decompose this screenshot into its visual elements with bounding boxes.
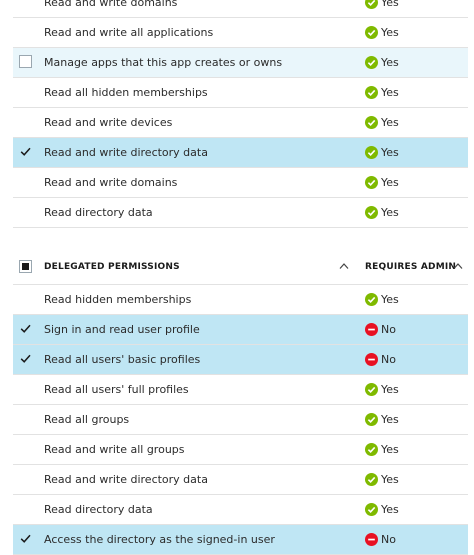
permission-checkbox[interactable] <box>19 55 32 68</box>
permission-label: Read and write domains <box>44 176 178 189</box>
red-minus-circle-icon <box>365 533 378 546</box>
permission-row[interactable]: Read hidden memberships Yes <box>13 285 468 315</box>
requires-admin-value: No <box>381 353 396 366</box>
permission-label: Read all hidden memberships <box>44 86 208 99</box>
permission-row[interactable]: Read and write directory data Yes <box>13 138 468 168</box>
permission-checkbox[interactable] <box>19 115 32 128</box>
permission-label: Read and write all applications <box>44 26 214 39</box>
green-check-circle-icon <box>365 116 378 129</box>
requires-admin-value: Yes <box>381 26 399 39</box>
permission-row[interactable]: Read all hidden memberships Yes <box>13 78 468 108</box>
select-all-checkbox[interactable] <box>19 260 32 273</box>
permission-row[interactable]: Read and write directory data Yes <box>13 465 468 495</box>
green-check-circle-icon <box>365 413 378 426</box>
permission-checkbox[interactable] <box>19 472 32 485</box>
permission-label: Read all users' full profiles <box>44 383 189 396</box>
permission-row[interactable]: Read all users' full profiles Yes <box>13 375 468 405</box>
permission-row[interactable]: Sign in and read user profile No <box>13 315 468 345</box>
green-check-circle-icon <box>365 206 378 219</box>
requires-admin-value: Yes <box>381 176 399 189</box>
permission-checkbox[interactable] <box>19 175 32 188</box>
requires-admin-value: Yes <box>381 86 399 99</box>
permission-label: Read directory data <box>44 206 153 219</box>
red-minus-circle-icon <box>365 353 378 366</box>
green-check-circle-icon <box>365 293 378 306</box>
requires-admin-value: Yes <box>381 443 399 456</box>
requires-admin-value: Yes <box>381 206 399 219</box>
application-permissions-list: Read and write domains Yes Read and write… <box>13 0 468 228</box>
permission-label: Read all users' basic profiles <box>44 353 201 366</box>
requires-admin-value: No <box>381 323 396 336</box>
permission-label: Read and write domains <box>44 0 178 9</box>
permission-checkbox[interactable] <box>19 412 32 425</box>
permission-checkbox[interactable] <box>19 292 32 305</box>
green-check-circle-icon <box>365 56 378 69</box>
permission-row[interactable]: Access the directory as the signed-in us… <box>13 525 468 555</box>
permission-checkbox[interactable] <box>19 382 32 395</box>
permission-row[interactable]: Read all groups Yes <box>13 405 468 435</box>
permission-row[interactable]: Read and write domains Yes <box>13 0 468 18</box>
permissions-panel: Read and write domains Yes Read and write… <box>13 0 468 555</box>
requires-admin-value: Yes <box>381 293 399 306</box>
requires-admin-value: Yes <box>381 56 399 69</box>
green-check-circle-icon <box>365 176 378 189</box>
permission-checkbox[interactable] <box>19 0 32 8</box>
chevron-up-icon[interactable] <box>339 262 349 270</box>
green-check-circle-icon <box>365 383 378 396</box>
green-check-circle-icon <box>365 146 378 159</box>
delegated-permissions-header: DELEGATED PERMISSIONS REQUIRES ADMIN <box>13 248 468 285</box>
permission-row[interactable]: Read directory data Yes <box>13 198 468 228</box>
permission-checkbox[interactable] <box>19 502 32 515</box>
requires-admin-column-header[interactable]: REQUIRES ADMIN <box>365 248 456 286</box>
permission-row[interactable]: Read and write devices Yes <box>13 108 468 138</box>
permission-label: Read all groups <box>44 413 130 426</box>
permission-label: Read and write directory data <box>44 473 208 486</box>
green-check-circle-icon <box>365 443 378 456</box>
permission-row[interactable]: Manage apps that this app creates or own… <box>13 48 468 78</box>
requires-admin-value: Yes <box>381 116 399 129</box>
permission-row[interactable]: Read all users' basic profiles No <box>13 345 468 375</box>
permission-row[interactable]: Read directory data Yes <box>13 495 468 525</box>
requires-admin-value: Yes <box>381 503 399 516</box>
checkmark-icon[interactable] <box>19 352 32 365</box>
permission-label: Sign in and read user profile <box>44 323 200 336</box>
delegated-permissions-column-header[interactable]: DELEGATED PERMISSIONS <box>44 248 180 286</box>
permission-checkbox[interactable] <box>19 25 32 38</box>
permission-row[interactable]: Read and write domains Yes <box>13 168 468 198</box>
chevron-up-icon[interactable] <box>453 262 463 270</box>
green-check-circle-icon <box>365 86 378 99</box>
permission-checkbox[interactable] <box>19 85 32 98</box>
requires-admin-value: Yes <box>381 0 399 9</box>
requires-admin-value: Yes <box>381 383 399 396</box>
requires-admin-value: Yes <box>381 473 399 486</box>
delegated-permissions-list: Read hidden memberships Yes Sign in and r… <box>13 285 468 555</box>
green-check-circle-icon <box>365 26 378 39</box>
requires-admin-value: Yes <box>381 413 399 426</box>
permission-label: Read and write directory data <box>44 146 208 159</box>
permission-checkbox[interactable] <box>19 205 32 218</box>
green-check-circle-icon <box>365 503 378 516</box>
permission-label: Read and write all groups <box>44 443 185 456</box>
green-check-circle-icon <box>365 473 378 486</box>
permission-checkbox[interactable] <box>19 442 32 455</box>
checkmark-icon[interactable] <box>19 532 32 545</box>
permission-label: Read directory data <box>44 503 153 516</box>
green-check-circle-icon <box>365 0 378 9</box>
permission-label: Read and write devices <box>44 116 173 129</box>
permission-label: Read hidden memberships <box>44 293 192 306</box>
permission-row[interactable]: Read and write all groups Yes <box>13 435 468 465</box>
permission-row[interactable]: Read and write all applications Yes <box>13 18 468 48</box>
checkmark-icon[interactable] <box>19 145 32 158</box>
permission-label: Manage apps that this app creates or own… <box>44 56 283 69</box>
red-minus-circle-icon <box>365 323 378 336</box>
checkmark-icon[interactable] <box>19 322 32 335</box>
requires-admin-value: Yes <box>381 146 399 159</box>
